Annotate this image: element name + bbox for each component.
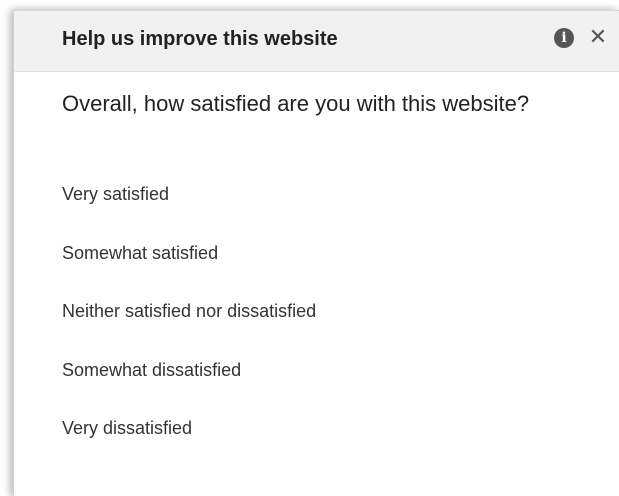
option-neither[interactable]: Neither satisfied nor dissatisfied (62, 300, 316, 359)
survey-title: Help us improve this website (62, 28, 338, 50)
option-somewhat-dissatisfied[interactable]: Somewhat dissatisfied (62, 359, 316, 418)
answer-options: Very satisfied Somewhat satisfied Neithe… (62, 183, 316, 476)
info-icon[interactable]: i (554, 28, 574, 48)
survey-header: Help us improve this website i ✕ (14, 11, 619, 72)
survey-panel: Help us improve this website i ✕ Overall… (13, 10, 619, 496)
survey-question: Overall, how satisfied are you with this… (62, 91, 530, 116)
header-icons: i ✕ (554, 27, 608, 49)
option-very-dissatisfied[interactable]: Very dissatisfied (62, 417, 316, 476)
option-very-satisfied[interactable]: Very satisfied (62, 183, 316, 242)
option-somewhat-satisfied[interactable]: Somewhat satisfied (62, 242, 316, 301)
close-icon[interactable]: ✕ (588, 27, 608, 49)
